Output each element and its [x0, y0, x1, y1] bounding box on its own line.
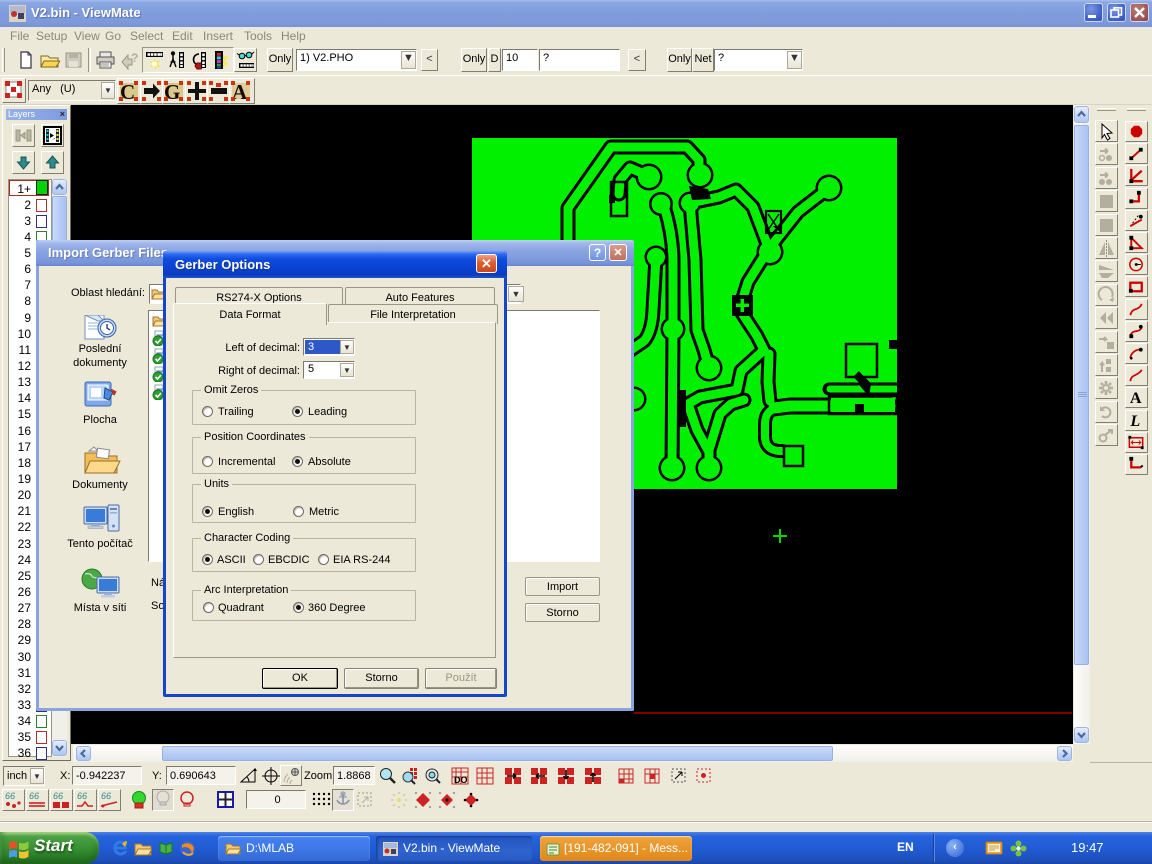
svg-text:A: A	[1130, 390, 1142, 407]
svg-text:?: ?	[131, 51, 138, 65]
svg-text:66: 66	[101, 791, 111, 801]
svg-text:L: L	[1129, 413, 1140, 430]
svg-text:66: 66	[53, 791, 63, 801]
svg-text:66: 66	[5, 791, 15, 801]
svg-text:66: 66	[29, 791, 39, 801]
svg-text:66: 66	[77, 791, 87, 801]
svg-text:DO: DO	[454, 775, 468, 785]
